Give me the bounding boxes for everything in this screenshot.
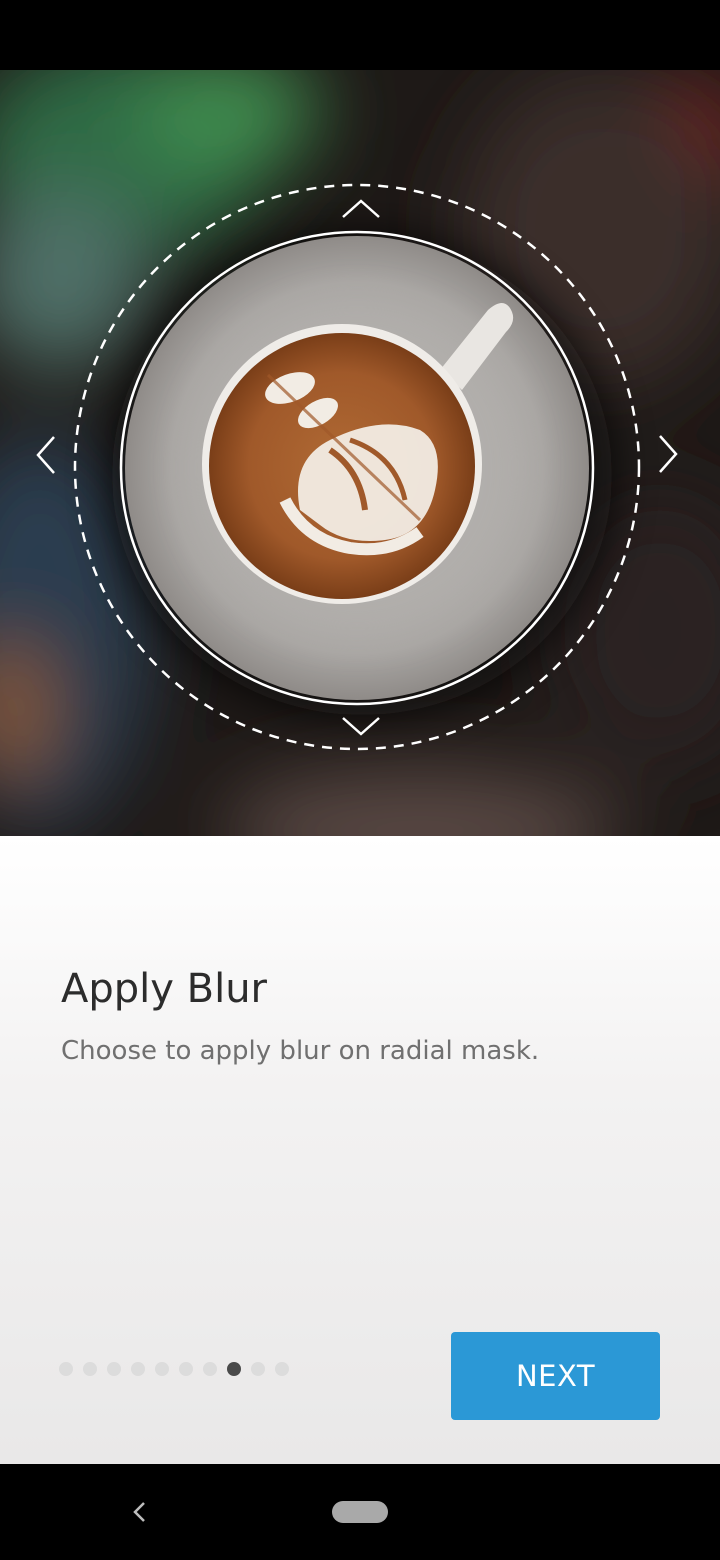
back-chevron-icon[interactable] xyxy=(124,1494,154,1530)
page-dot xyxy=(107,1362,121,1376)
page-dot-active xyxy=(227,1362,241,1376)
page-dot xyxy=(155,1362,169,1376)
coffee-photo xyxy=(0,70,720,836)
page-dot xyxy=(251,1362,265,1376)
status-bar xyxy=(0,0,720,70)
tutorial-content: Apply Blur Choose to apply blur on radia… xyxy=(0,836,720,1464)
page-dot xyxy=(131,1362,145,1376)
page-dot xyxy=(83,1362,97,1376)
tutorial-description: Choose to apply blur on radial mask. xyxy=(61,1036,540,1066)
page-indicator xyxy=(59,1362,301,1376)
page-dot xyxy=(179,1362,193,1376)
tutorial-title: Apply Blur xyxy=(61,966,267,1012)
page-dot xyxy=(59,1362,73,1376)
page-dot xyxy=(275,1362,289,1376)
home-pill-icon[interactable] xyxy=(332,1501,388,1523)
tutorial-hero-image xyxy=(0,70,720,836)
next-button[interactable]: NEXT xyxy=(451,1332,660,1420)
system-navigation-bar xyxy=(0,1464,720,1560)
page-dot xyxy=(203,1362,217,1376)
